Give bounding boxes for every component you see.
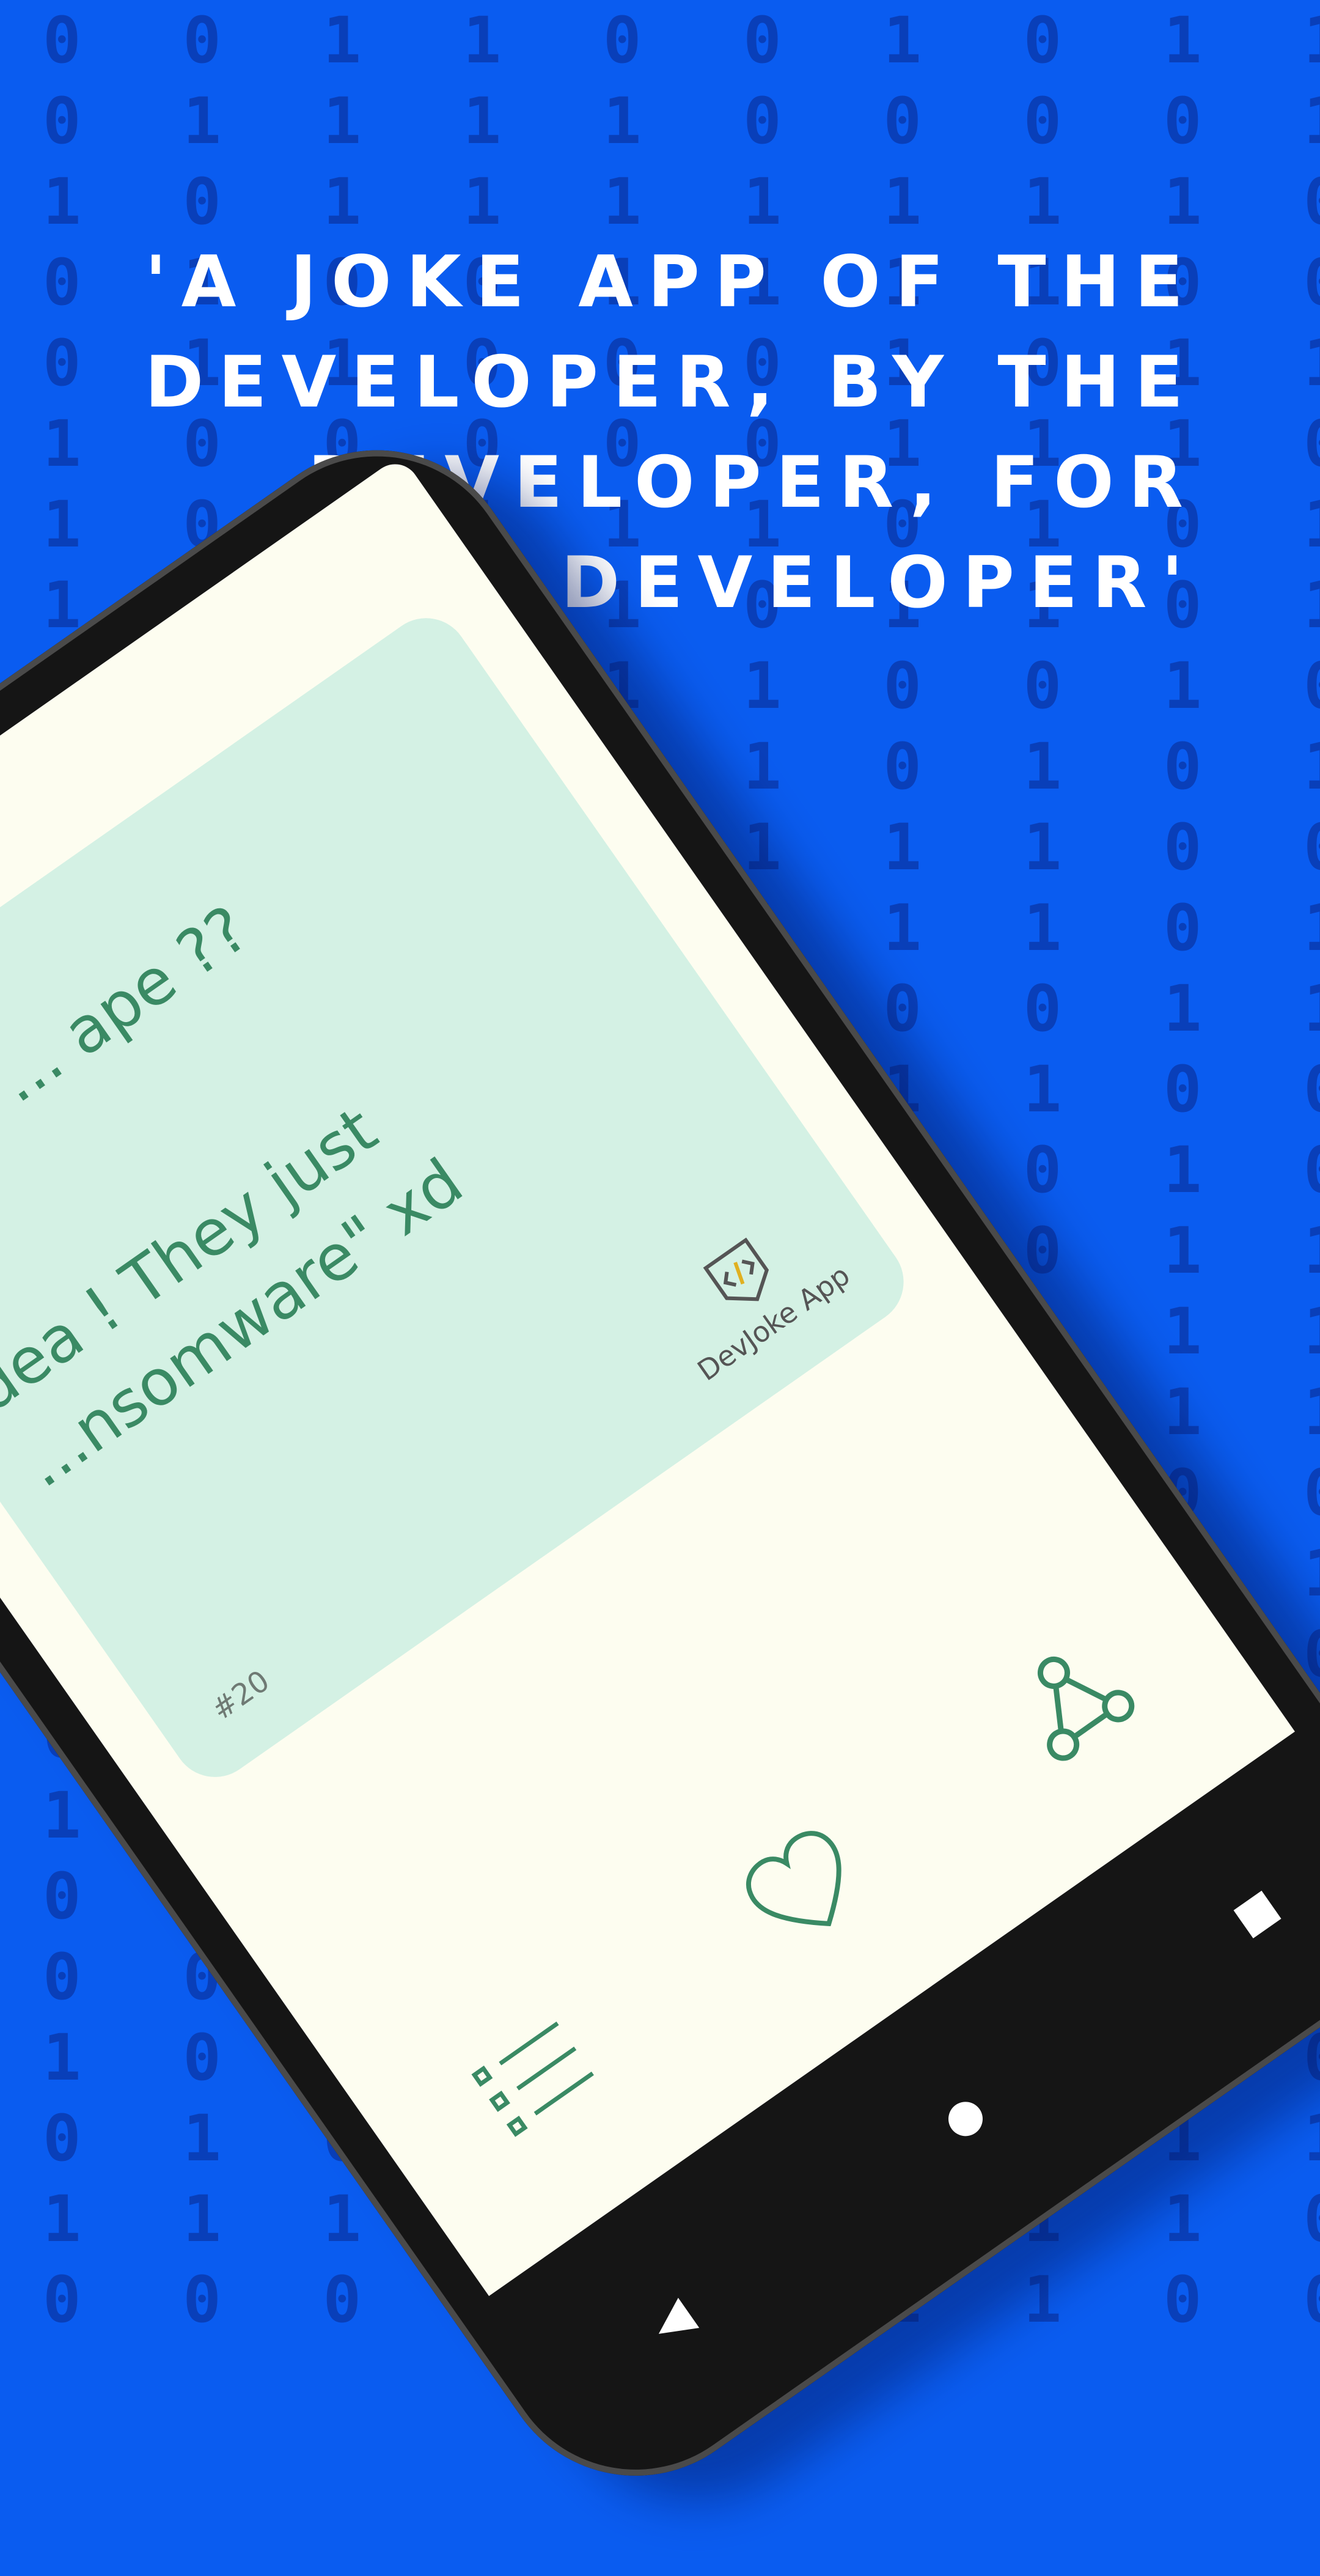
binary-row: 1 0 1 1 1 1 1 1 1 0 0 0 0 1 1 0 1 xyxy=(43,164,1320,239)
headline-line-1: 'A JOKE APP OF THE xyxy=(145,241,1198,323)
headline-line-2: DEVELOPER, BY THE xyxy=(144,341,1198,424)
list-button[interactable] xyxy=(450,1992,621,2162)
recents-square-icon xyxy=(1233,1890,1282,1938)
list-icon xyxy=(471,2021,595,2137)
binary-row: 0 0 1 1 0 0 1 0 1 1 0 0 1 0 1 0 0 xyxy=(43,3,1320,78)
home-circle-icon xyxy=(948,2102,983,2136)
joke-number: #20 xyxy=(205,1663,276,1728)
binary-row: 0 1 1 1 1 0 0 0 0 1 0 1 0 1 0 0 1 xyxy=(43,84,1320,158)
favorite-button[interactable] xyxy=(719,1803,890,1974)
share-button[interactable] xyxy=(988,1615,1158,1786)
heart-icon xyxy=(746,1831,842,1927)
share-icon xyxy=(1037,1657,1134,1761)
headline-line-3: DEVELOPER, FOR xyxy=(307,441,1198,524)
card-brand: DevJoke App xyxy=(650,1198,856,1387)
